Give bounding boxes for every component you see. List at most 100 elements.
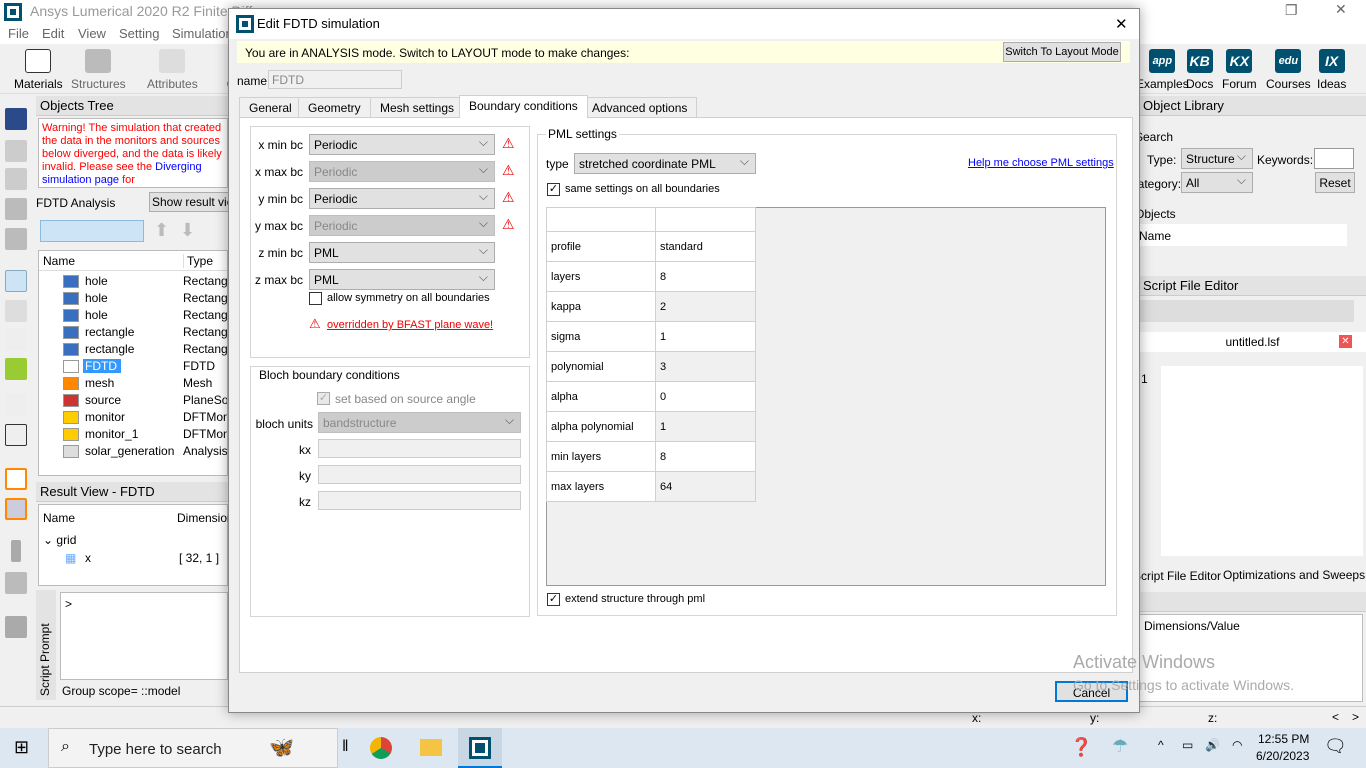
object-row[interactable]: monitor DFTMonitor — [39, 409, 227, 426]
bc-select[interactable]: Periodic — [309, 161, 495, 182]
forum-button[interactable]: KX Forum — [1222, 49, 1257, 91]
bc-select[interactable]: PML — [309, 242, 495, 263]
select-arrow-icon[interactable] — [5, 270, 27, 292]
show-result-view-dropdown[interactable]: Show result view — [149, 192, 229, 212]
script-toolbar[interactable] — [1139, 300, 1354, 322]
tab-advanced-options[interactable]: Advanced options — [582, 97, 698, 117]
object-row[interactable]: hole Rectangle — [39, 273, 227, 290]
ruler-icon[interactable] — [5, 358, 27, 380]
tab-general[interactable]: General — [239, 97, 302, 117]
zoom-icon[interactable] — [5, 300, 27, 322]
result-item-x[interactable]: x — [85, 551, 91, 565]
align-icon[interactable] — [5, 572, 27, 594]
grid-icon[interactable] — [5, 468, 27, 490]
dialog-close-icon[interactable]: ✕ — [1115, 15, 1128, 33]
show-hidden-icons-chevron[interactable]: ^ — [1158, 738, 1164, 752]
chrome-icon[interactable] — [370, 737, 392, 759]
file-tab[interactable]: untitled.lsf ✕ — [1139, 332, 1366, 352]
bloch-units-select[interactable]: bandstructure — [318, 412, 521, 433]
bc-select[interactable]: Periodic — [309, 134, 495, 155]
object-row[interactable]: mesh Mesh — [39, 375, 227, 392]
zoom-extent-icon[interactable] — [5, 394, 27, 416]
ky-input[interactable] — [318, 465, 521, 484]
object-row[interactable]: hole Rectangle — [39, 307, 227, 324]
menu-view[interactable]: View — [78, 26, 106, 41]
examples-button[interactable]: app Examples — [1136, 49, 1189, 91]
group-icon[interactable] — [5, 140, 27, 162]
trash-icon[interactable] — [5, 228, 27, 250]
array-icon[interactable] — [5, 198, 27, 220]
keywords-input[interactable] — [1314, 148, 1354, 169]
bc-select[interactable]: Periodic — [309, 215, 495, 236]
task-view-icon[interactable]: ‖ — [342, 738, 349, 756]
menu-edit[interactable]: Edit — [42, 26, 64, 41]
volume-icon[interactable]: 🔊 — [1205, 738, 1220, 752]
object-row[interactable]: hole Rectangle — [39, 290, 227, 307]
move-down-icon[interactable]: ⬇ — [180, 220, 195, 241]
script-prompt-input[interactable]: > — [60, 592, 228, 680]
restore-icon[interactable]: ❐ — [1285, 2, 1298, 19]
menu-simulation[interactable]: Simulation — [172, 26, 233, 41]
scroll-left-icon[interactable]: < — [1332, 710, 1339, 724]
materials-button[interactable]: Materials — [14, 49, 63, 91]
pml-value[interactable]: standard — [655, 231, 756, 262]
pml-value[interactable]: 8 — [655, 441, 756, 472]
bar-icon[interactable] — [5, 616, 27, 638]
set-based-checkbox[interactable]: ✓ — [317, 392, 330, 405]
bc-select[interactable]: Periodic — [309, 188, 495, 209]
windows-start-icon[interactable]: ⊞ — [14, 737, 29, 758]
grid-draw-icon[interactable] — [5, 424, 27, 446]
pml-value[interactable]: 3 — [655, 351, 756, 382]
kx-input[interactable] — [318, 439, 521, 458]
pml-value[interactable]: 64 — [655, 471, 756, 502]
switch-to-layout-button[interactable]: Switch To Layout Mode — [1003, 42, 1121, 62]
tab-boundary-conditions[interactable]: Boundary conditions — [459, 95, 588, 118]
help-alert-icon[interactable]: ❓ — [1070, 737, 1092, 758]
pml-type-select[interactable]: stretched coordinate PML — [574, 153, 756, 174]
add-analysis-toolbar[interactable] — [40, 220, 144, 242]
courses-button[interactable]: edu Courses — [1266, 49, 1311, 91]
pan-hand-icon[interactable] — [5, 328, 27, 350]
tab-geometry[interactable]: Geometry — [298, 97, 371, 117]
object-row[interactable]: FDTD FDTD — [39, 358, 227, 375]
tab-optimizations-sweeps[interactable]: Optimizations and Sweeps — [1223, 568, 1365, 582]
bfast-override-link[interactable]: overridden by BFAST plane wave! — [327, 319, 493, 331]
close-icon[interactable]: ✕ — [1335, 1, 1347, 18]
notifications-icon[interactable]: 🗨 — [1324, 736, 1347, 757]
same-settings-checkbox[interactable]: ✓ — [547, 183, 560, 196]
col-name[interactable]: Name — [43, 254, 75, 268]
pml-value[interactable]: 0 — [655, 381, 756, 412]
object-row[interactable]: monitor_1 DFTMonitor — [39, 426, 227, 443]
file-explorer-icon[interactable] — [420, 739, 442, 756]
calculator-icon[interactable] — [5, 498, 27, 520]
object-row[interactable]: rectangle Rectangle — [39, 324, 227, 341]
clock-date[interactable]: 6/20/2023 — [1256, 749, 1309, 763]
pml-value[interactable]: 8 — [655, 261, 756, 292]
structures-button[interactable]: Structures — [71, 49, 126, 91]
type-select[interactable]: Structure — [1181, 148, 1253, 169]
pml-value[interactable]: 1 — [655, 321, 756, 352]
clock-time[interactable]: 12:55 PM — [1258, 732, 1309, 746]
reset-button[interactable]: Reset — [1315, 172, 1355, 193]
dimensions-value-col[interactable]: Dimensions/Value — [1144, 619, 1240, 633]
script-editor-textarea[interactable] — [1161, 366, 1363, 556]
close-file-icon[interactable]: ✕ — [1339, 335, 1352, 348]
battery-icon[interactable]: ▭ — [1182, 738, 1193, 752]
docs-button[interactable]: KB Docs — [1186, 49, 1213, 91]
object-row[interactable]: source PlaneSource — [39, 392, 227, 409]
kz-input[interactable] — [318, 491, 521, 510]
tab-mesh-settings[interactable]: Mesh settings — [370, 97, 465, 117]
edit-pencil-icon[interactable] — [5, 108, 27, 130]
extend-structure-checkbox[interactable]: ✓ — [547, 593, 560, 606]
taskbar-search[interactable]: ⌕ Type here to search 🦋 — [48, 728, 338, 768]
wifi-icon[interactable]: ◠ — [1232, 738, 1242, 752]
triangle-icon[interactable] — [5, 168, 27, 190]
scroll-right-icon[interactable]: > — [1352, 710, 1359, 724]
name-input[interactable]: FDTD — [268, 70, 402, 89]
name-col[interactable]: Name — [1139, 229, 1171, 243]
pml-value[interactable]: 2 — [655, 291, 756, 322]
tab-script-file-editor[interactable]: Script File Editor — [1133, 569, 1221, 583]
lumerical-taskbar-button[interactable] — [458, 728, 502, 768]
grid-row[interactable]: ⌄ grid — [43, 533, 76, 547]
menu-file[interactable]: File — [8, 26, 29, 41]
